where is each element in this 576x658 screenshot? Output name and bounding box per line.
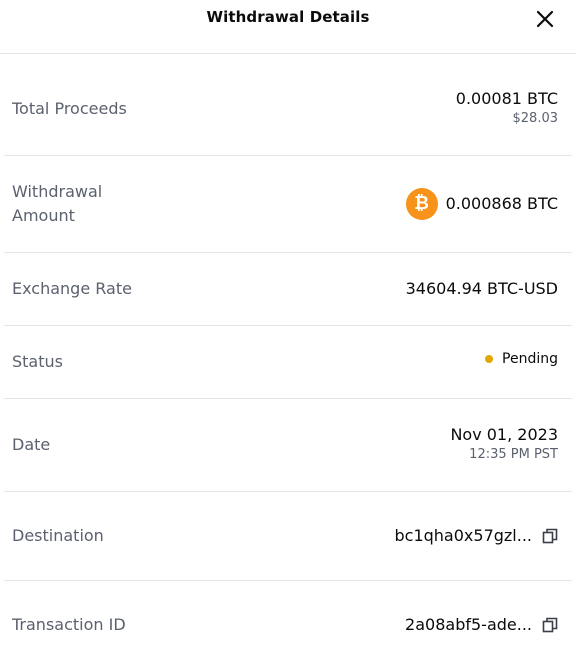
date-value: Nov 01, 2023 [450, 425, 558, 444]
withdrawal-amount-label-line2: Amount [12, 206, 75, 225]
total-proceeds-label: Total Proceeds [12, 99, 127, 118]
modal-header: Withdrawal Details [0, 0, 576, 54]
transaction-id-row: Transaction ID 2a08abf5-ade... [4, 581, 572, 658]
exchange-rate-value: 34604.94 BTC-USD [405, 279, 558, 298]
copy-icon[interactable] [542, 617, 558, 633]
total-proceeds-row: Total Proceeds 0.00081 BTC $28.03 [4, 62, 572, 156]
status-row: Status Pending [4, 326, 572, 399]
copy-icon[interactable] [542, 528, 558, 544]
destination-label: Destination [12, 526, 104, 545]
status-badge: Pending [485, 351, 558, 367]
status-dot [485, 355, 494, 363]
total-proceeds-usd: $28.03 [512, 111, 559, 126]
transaction-id-value: 2a08abf5-ade... [405, 615, 532, 634]
withdrawal-amount-label: Withdrawal Amount [12, 180, 102, 228]
exchange-rate-label: Exchange Rate [12, 279, 132, 298]
date-row: Date Nov 01, 2023 12:35 PM PST [4, 399, 572, 492]
status-value: Pending [502, 351, 558, 367]
date-label: Date [12, 435, 51, 454]
withdrawal-amount-row: Withdrawal Amount ₿ 0.000868 BTC [4, 156, 572, 253]
transaction-id-label: Transaction ID [12, 615, 126, 634]
status-label: Status [12, 352, 63, 371]
destination-row: Destination bc1qha0x57gzl... [4, 492, 572, 581]
close-button[interactable] [534, 8, 556, 30]
withdrawal-amount-label-line1: Withdrawal [12, 182, 103, 201]
destination-value: bc1qha0x57gzl... [394, 526, 533, 545]
modal-title: Withdrawal Details [206, 8, 370, 26]
withdrawal-amount-value: 0.000868 BTC [445, 194, 558, 213]
time-value: 12:35 PM PST [469, 447, 558, 462]
exchange-rate-row: Exchange Rate 34604.94 BTC-USD [4, 253, 572, 326]
bitcoin-icon: ₿ [405, 188, 438, 220]
close-icon [536, 10, 554, 28]
total-proceeds-value: 0.00081 BTC [455, 89, 558, 108]
